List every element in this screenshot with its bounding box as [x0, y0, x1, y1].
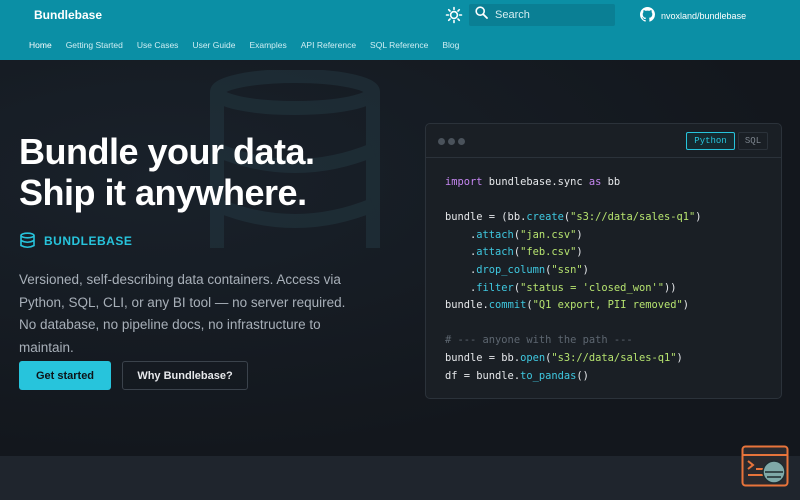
- hero-title-line-1: Bundle your data.: [19, 131, 315, 172]
- hero-title-line-2: Ship it anywhere.: [19, 172, 307, 213]
- tab-python[interactable]: Python: [686, 132, 735, 150]
- main-nav: Home Getting Started Use Cases User Guid…: [29, 40, 459, 50]
- window-dot: [458, 138, 465, 145]
- code-token: # --- anyone with the path ---: [445, 334, 633, 347]
- code-token: .: [445, 228, 477, 241]
- code-token: ): [676, 351, 683, 364]
- code-token: ): [695, 211, 702, 224]
- sun-icon[interactable]: [445, 6, 463, 24]
- search-input[interactable]: [495, 9, 605, 21]
- code-token: attach: [476, 246, 514, 259]
- code-token: bundlebase.sync: [482, 176, 589, 188]
- site-brand[interactable]: Bundlebase: [34, 8, 102, 22]
- code-token: attach: [476, 228, 514, 241]
- code-token: df = bundle.: [445, 369, 521, 382]
- code-token: as: [588, 176, 602, 188]
- code-line: .attach("feb.csv"): [445, 244, 702, 262]
- code-line: import bundlebase.sync as bb: [445, 174, 702, 192]
- hero-description: Versioned, self-describing data containe…: [19, 272, 346, 355]
- code-token: drop_column: [476, 263, 546, 276]
- code-token: .: [445, 281, 477, 294]
- nav-use-cases[interactable]: Use Cases: [137, 40, 179, 50]
- code-token: bundle = (bb.: [445, 211, 527, 224]
- code-token: import: [445, 176, 483, 188]
- repo-label: nvoxland/bundlebase: [661, 10, 747, 21]
- code-line: .filter("status = 'closed_won'")): [445, 280, 702, 298]
- nav-sql-reference[interactable]: SQL Reference: [370, 40, 428, 50]
- code-token: "s3://data/sales-q1": [570, 211, 696, 224]
- code-token: bundle.: [445, 299, 489, 312]
- code-line: bundle = bb.open("s3://data/sales-q1"): [445, 350, 702, 368]
- code-window-bar: Python SQL: [426, 124, 781, 158]
- top-header: Bundlebase nvoxland/bundlebase: [0, 0, 800, 60]
- search-icon: [475, 6, 488, 24]
- code-line: bundle = (bb.create("s3://data/sales-q1"…: [445, 209, 702, 227]
- code-token: filter: [476, 281, 514, 294]
- code-line: .drop_column("ssn"): [445, 262, 702, 280]
- why-bundlebase-button[interactable]: Why Bundlebase?: [122, 361, 248, 390]
- next-section-band: [0, 456, 800, 500]
- code-token: )): [663, 281, 677, 294]
- code-token: "feb.csv": [520, 246, 577, 259]
- nav-api-reference[interactable]: API Reference: [301, 40, 356, 50]
- code-token: .: [445, 246, 477, 259]
- code-token: "s3://data/sales-q1": [551, 351, 677, 364]
- nav-user-guide[interactable]: User Guide: [192, 40, 235, 50]
- search-box[interactable]: [469, 4, 615, 26]
- code-token: to_pandas: [520, 369, 577, 382]
- window-dot: [438, 138, 445, 145]
- code-token: "jan.csv": [520, 228, 577, 241]
- get-started-button[interactable]: Get started: [19, 361, 111, 390]
- code-token: "status = 'closed_won'": [520, 281, 664, 294]
- code-line: .attach("jan.csv"): [445, 227, 702, 245]
- code-token: ): [582, 263, 589, 276]
- code-token: "ssn": [551, 263, 583, 276]
- code-token: (): [576, 369, 589, 382]
- github-icon: [640, 7, 655, 24]
- code-token: "Q1 export, PII removed": [532, 299, 683, 312]
- code-token: ): [576, 228, 583, 241]
- chat-helper-icon[interactable]: [741, 445, 789, 489]
- nav-getting-started[interactable]: Getting Started: [66, 40, 123, 50]
- nav-blog[interactable]: Blog: [442, 40, 459, 50]
- code-token: ): [576, 246, 583, 259]
- code-token: bb: [601, 176, 621, 188]
- hero-brand: BUNDLEBASE: [19, 232, 132, 249]
- code-example-window: Python SQL import bundlebase.sync as bb …: [425, 123, 782, 399]
- repo-link[interactable]: nvoxland/bundlebase: [640, 7, 746, 24]
- hero-title: Bundle your data. Ship it anywhere.: [19, 131, 315, 213]
- code-token: commit: [488, 299, 527, 312]
- code-token: .: [445, 263, 477, 276]
- code-line: bundle.commit("Q1 export, PII removed"): [445, 297, 702, 315]
- code-block: import bundlebase.sync as bb bundle = (b…: [445, 174, 702, 385]
- code-token: bundle = bb.: [445, 351, 521, 364]
- code-token: create: [526, 211, 564, 224]
- nav-examples[interactable]: Examples: [249, 40, 286, 50]
- code-line: df = bundle.to_pandas(): [445, 368, 702, 386]
- tab-sql[interactable]: SQL: [738, 132, 768, 150]
- code-token: open: [520, 351, 546, 364]
- code-token: ): [682, 299, 690, 312]
- hero-brand-label: BUNDLEBASE: [44, 233, 133, 248]
- nav-home[interactable]: Home: [29, 40, 52, 50]
- database-icon: [19, 232, 36, 249]
- code-line: # --- anyone with the path ---: [445, 332, 702, 350]
- window-dot: [448, 138, 455, 145]
